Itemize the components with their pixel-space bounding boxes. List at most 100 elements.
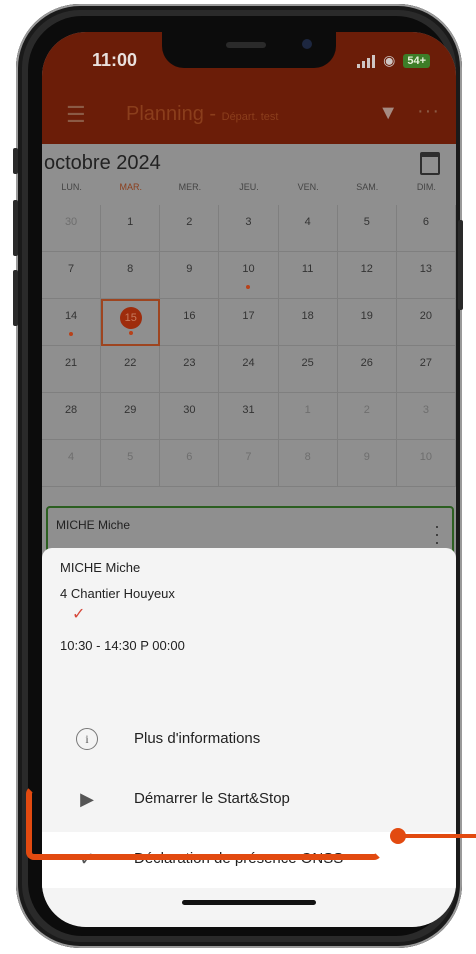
calendar-day[interactable]: 20	[396, 299, 456, 346]
calendar-day[interactable]: 9	[337, 440, 397, 487]
battery-indicator: 54+	[403, 53, 430, 68]
day-number: 5	[127, 451, 134, 463]
calendar-day[interactable]: 14	[42, 299, 102, 346]
calendar-day[interactable]: 26	[337, 346, 397, 393]
calendar-day[interactable]: 30	[160, 393, 220, 440]
day-number: 27	[419, 357, 433, 369]
calendar-day[interactable]: 7	[219, 440, 279, 487]
kebab-menu-icon[interactable]: · · ·	[434, 517, 440, 551]
calendar-grid: 30 1 2 3 4 5 6 7 8 9 10 11 12 13 14 15 16 17 18 19 20 21 22 23 2…	[42, 205, 456, 487]
calendar-day[interactable]: 30	[42, 205, 102, 252]
weekday-label: SAM.	[356, 182, 379, 192]
play-icon: ▶	[80, 789, 94, 809]
day-number: 23	[183, 357, 196, 369]
info-icon: i	[76, 728, 98, 750]
calendar-day[interactable]: 16	[160, 299, 220, 346]
day-number: 2	[186, 216, 193, 228]
event-employee: MICHE Miche	[56, 518, 131, 532]
calendar-day[interactable]: 5	[337, 205, 397, 252]
day-number: 7	[68, 263, 75, 275]
calendar-day[interactable]: 11	[278, 252, 338, 299]
calendar-day[interactable]: 27	[396, 346, 456, 393]
day-number: 1	[304, 404, 311, 416]
sheet-employee: MICHE Miche	[60, 560, 141, 575]
callout-line	[404, 834, 476, 838]
day-number: 14	[64, 310, 78, 322]
more-info-action[interactable]: i Plus d'informations	[42, 712, 456, 768]
month-label: octobre 2024	[44, 152, 161, 174]
status-bar: 11:00 ◉ 54+	[42, 32, 456, 90]
app-screen: 11:00 ◉ 54+ ☰ Planning - Départ. test ▼ …	[42, 32, 456, 927]
day-number: 26	[360, 357, 373, 369]
page-title: Planning - Départ. test	[126, 103, 278, 126]
calendar-day[interactable]: 17	[219, 299, 279, 346]
day-number: 16	[183, 310, 196, 322]
sheet-time-range: 10:30 - 14:30 P 00:00	[60, 638, 185, 653]
calendar-day[interactable]: 2	[160, 205, 220, 252]
speaker-grille	[226, 42, 266, 48]
notch	[162, 32, 336, 68]
hamburger-icon[interactable]: ☰	[66, 102, 86, 128]
calendar-day-selected[interactable]: 15	[101, 299, 161, 346]
day-number: 12	[360, 263, 373, 275]
signal-icon	[357, 54, 376, 68]
onss-declaration-label: Déclaration de présence ONSS	[134, 850, 344, 867]
calendar-day[interactable]: 10	[219, 252, 279, 299]
event-dot	[246, 285, 251, 289]
calendar-day[interactable]: 13	[396, 252, 456, 299]
calendar-day[interactable]: 25	[278, 346, 338, 393]
front-camera	[302, 39, 312, 49]
event-dot	[128, 331, 133, 335]
calendar-day[interactable]: 4	[278, 205, 338, 252]
calendar-day[interactable]: 12	[337, 252, 397, 299]
day-number: 10	[419, 451, 433, 463]
calendar-day[interactable]: 18	[278, 299, 338, 346]
wifi-icon: ◉	[383, 52, 396, 68]
volume-down-button	[13, 270, 18, 326]
calendar-day[interactable]: 29	[101, 393, 161, 440]
calendar-day[interactable]: 23	[160, 346, 220, 393]
filter-icon[interactable]: ▼	[378, 102, 398, 125]
day-number: 3	[422, 404, 429, 416]
calendar-day[interactable]: 21	[42, 346, 102, 393]
calendar-day[interactable]: 3	[396, 393, 456, 440]
calendar-day[interactable]: 9	[160, 252, 220, 299]
day-number: 28	[64, 404, 78, 416]
event-dot	[69, 332, 74, 336]
calendar-day[interactable]: 8	[278, 440, 338, 487]
day-number: 19	[360, 310, 373, 322]
calendar-day[interactable]: 1	[278, 393, 338, 440]
day-number: 31	[242, 404, 255, 416]
day-number: 10	[242, 263, 255, 275]
calendar-day[interactable]: 22	[101, 346, 161, 393]
more-horizontal-icon[interactable]: ···	[417, 100, 440, 123]
calendar-day[interactable]: 2	[337, 393, 397, 440]
calendar-icon[interactable]	[420, 152, 440, 175]
status-time: 11:00	[92, 50, 138, 70]
calendar-day[interactable]: 5	[101, 440, 161, 487]
day-number: 18	[301, 310, 314, 322]
calendar-day[interactable]: 10	[396, 440, 456, 487]
calendar-day[interactable]: 31	[219, 393, 279, 440]
calendar-day[interactable]: 28	[42, 393, 102, 440]
day-number: 15	[119, 307, 142, 329]
calendar-day[interactable]: 7	[42, 252, 102, 299]
day-number: 4	[304, 216, 311, 228]
calendar-day[interactable]: 24	[219, 346, 279, 393]
start-stop-action[interactable]: ▶ Démarrer le Start&Stop	[42, 772, 456, 828]
day-number: 30	[64, 216, 78, 228]
calendar-day[interactable]: 4	[42, 440, 102, 487]
day-number: 7	[245, 451, 252, 463]
day-number: 5	[363, 216, 370, 228]
day-number: 13	[419, 263, 433, 275]
calendar-day[interactable]: 6	[160, 440, 220, 487]
calendar-day[interactable]: 8	[101, 252, 161, 299]
department-subtitle: Départ. test	[221, 111, 279, 123]
day-number: 29	[124, 404, 137, 416]
calendar-day[interactable]: 3	[219, 205, 279, 252]
home-indicator[interactable]	[182, 900, 316, 905]
calendar-day[interactable]: 6	[396, 205, 456, 252]
calendar-day[interactable]: 1	[101, 205, 161, 252]
weekday-label: VEN.	[297, 182, 319, 192]
calendar-day[interactable]: 19	[337, 299, 397, 346]
